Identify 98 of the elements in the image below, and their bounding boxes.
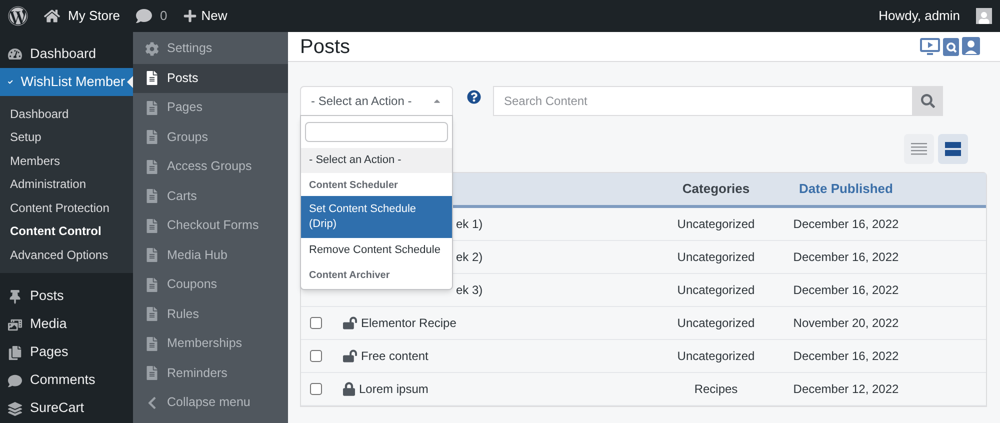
flyout-item[interactable]: Rules bbox=[133, 300, 288, 329]
document-icon bbox=[145, 130, 159, 144]
post-title-link[interactable]: ek 1) bbox=[456, 215, 483, 233]
submenu-item[interactable]: Content Control bbox=[0, 220, 133, 243]
dropdown-search-field[interactable] bbox=[305, 122, 448, 142]
flyout-item[interactable]: Memberships bbox=[133, 329, 288, 358]
home-icon[interactable] bbox=[44, 8, 60, 24]
comment-icon bbox=[8, 374, 22, 388]
document-icon bbox=[145, 248, 159, 262]
site-name-link[interactable]: My Store bbox=[68, 6, 120, 26]
date-cell-text: December 16, 2022 bbox=[793, 348, 899, 365]
submenu-item[interactable]: Dashboard bbox=[0, 102, 133, 126]
sidebar-item[interactable]: Media bbox=[0, 310, 133, 338]
document-icon bbox=[145, 100, 159, 115]
post-title-link[interactable]: Lorem ipsum bbox=[359, 380, 428, 398]
flyout-item[interactable]: Groups bbox=[133, 122, 288, 152]
search-field[interactable]: Search Content bbox=[493, 86, 913, 116]
date-cell-text: December 16, 2022 bbox=[793, 216, 899, 233]
document-icon bbox=[145, 307, 159, 322]
sidebar-item[interactable]: Posts bbox=[0, 282, 133, 310]
dropdown-option[interactable]: Set Content Schedule (Drip) bbox=[301, 196, 452, 238]
flyout-item[interactable]: Settings bbox=[133, 34, 288, 64]
flyout-item[interactable]: Reminders bbox=[133, 358, 288, 388]
list-lines-icon bbox=[911, 143, 927, 155]
stack-icon bbox=[8, 402, 22, 416]
sidebar-item[interactable]: WishList Member bbox=[0, 68, 133, 96]
unlocked-padlock-icon[interactable] bbox=[343, 316, 357, 330]
document-icon bbox=[145, 189, 159, 204]
two-blocks-icon bbox=[945, 142, 961, 156]
document-icon bbox=[145, 71, 159, 86]
category-cell-text: Uncategorized bbox=[677, 249, 755, 266]
submenu-item[interactable]: Content Protection bbox=[0, 196, 133, 220]
submenu-item[interactable]: Advanced Options bbox=[0, 243, 133, 266]
plus-icon[interactable] bbox=[183, 9, 198, 23]
padlock-icon[interactable] bbox=[343, 382, 355, 396]
user-support-icon[interactable] bbox=[962, 36, 980, 56]
option-group-label: Content Archiver bbox=[308, 269, 391, 283]
date-cell-text: December 16, 2022 bbox=[793, 249, 899, 266]
date-cell-text: December 16, 2022 bbox=[793, 282, 899, 299]
post-title-link[interactable]: Elementor Recipe bbox=[361, 314, 456, 332]
category-cell-text: Recipes bbox=[694, 381, 738, 398]
pages-icon bbox=[8, 346, 22, 360]
list-view-button[interactable] bbox=[904, 134, 934, 164]
gauge-icon bbox=[8, 47, 22, 61]
block-view-button[interactable] bbox=[938, 134, 968, 164]
category-cell-text: Uncategorized bbox=[677, 348, 755, 365]
category-cell-text: Uncategorized bbox=[677, 282, 755, 299]
document-icon bbox=[145, 366, 159, 380]
submenu-item[interactable]: Members bbox=[0, 149, 133, 172]
page-title: Posts bbox=[300, 34, 350, 60]
flyout-item[interactable]: Access Groups bbox=[133, 152, 288, 182]
document-icon bbox=[145, 160, 159, 174]
document-icon bbox=[145, 278, 159, 292]
comment-icon[interactable] bbox=[136, 8, 152, 24]
post-title-link[interactable]: Free content bbox=[361, 347, 428, 365]
sidebar-item[interactable]: Pages bbox=[0, 338, 133, 366]
sidebar-item[interactable]: SureCart bbox=[0, 394, 133, 422]
flyout-item[interactable]: Checkout Forms bbox=[133, 211, 288, 240]
document-icon bbox=[145, 218, 159, 233]
flyout-item[interactable]: Collapse menu bbox=[133, 388, 288, 418]
unlocked-padlock-icon[interactable] bbox=[343, 349, 357, 363]
settings-icon bbox=[145, 42, 159, 56]
dropdown-option[interactable]: Remove Content Schedule bbox=[301, 238, 452, 263]
dropdown-option[interactable]: - Select an Action - bbox=[301, 148, 452, 173]
help-icon[interactable] bbox=[467, 90, 481, 104]
category-cell-text: Uncategorized bbox=[677, 315, 755, 332]
post-title-link[interactable]: ek 2) bbox=[456, 248, 483, 266]
category-cell-text: Uncategorized bbox=[677, 216, 755, 233]
date-cell-text: November 20, 2022 bbox=[793, 315, 899, 332]
column-header[interactable]: Categories bbox=[682, 179, 750, 199]
flyout-item[interactable]: Media Hub bbox=[133, 240, 288, 270]
flyout-item[interactable]: Coupons bbox=[133, 270, 288, 300]
wordpress-logo-icon[interactable] bbox=[8, 6, 28, 26]
row-checkbox[interactable] bbox=[310, 350, 322, 362]
submenu-item[interactable]: Setup bbox=[0, 126, 133, 149]
option-group-label: Content Scheduler bbox=[308, 179, 399, 193]
column-header[interactable]: Date Published bbox=[799, 179, 893, 199]
flyout-item[interactable]: Posts bbox=[133, 64, 288, 93]
flyout-item[interactable]: Pages bbox=[133, 93, 288, 122]
row-checkbox[interactable] bbox=[310, 317, 322, 329]
submenu-item[interactable]: Administration bbox=[0, 172, 133, 196]
comment-count: 0 bbox=[160, 7, 168, 26]
post-title-link[interactable]: ek 3) bbox=[456, 281, 483, 299]
action-select[interactable]: - Select an Action - bbox=[300, 86, 453, 116]
flyout-item[interactable]: Carts bbox=[133, 182, 288, 211]
pin-icon bbox=[8, 290, 22, 304]
search-icon bbox=[921, 94, 935, 108]
sidebar-item[interactable]: Comments bbox=[0, 366, 133, 394]
sidebar-item[interactable]: Dashboard bbox=[0, 40, 133, 68]
greeting-link[interactable]: Howdy, admin bbox=[878, 6, 960, 26]
document-icon bbox=[145, 336, 159, 351]
media-icon bbox=[8, 318, 22, 332]
search-document-icon[interactable] bbox=[943, 38, 959, 56]
search-button[interactable] bbox=[913, 86, 943, 116]
video-screen-icon[interactable] bbox=[920, 38, 940, 56]
date-cell-text: December 12, 2022 bbox=[793, 381, 899, 398]
row-checkbox[interactable] bbox=[310, 383, 322, 395]
new-link[interactable]: New bbox=[201, 6, 228, 26]
